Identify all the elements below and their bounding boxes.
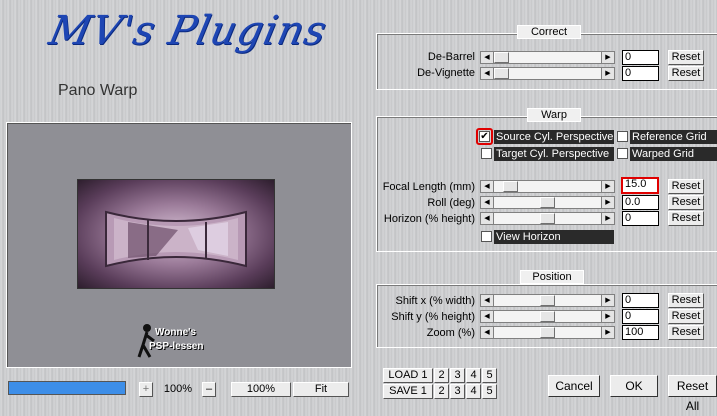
shift-x-value[interactable]: 0 [622, 293, 659, 308]
load-slot-3[interactable]: 3 [450, 368, 465, 383]
arrow-left-icon[interactable]: ◀ [481, 181, 494, 192]
plugin-title: Pano Warp [58, 82, 138, 99]
shift-y-label: Shift y (% height) [391, 311, 475, 323]
source-cyl-label: Source Cyl. Perspective [494, 130, 614, 144]
arrow-left-icon[interactable]: ◀ [481, 68, 494, 79]
zoom-value: 100% [163, 383, 193, 395]
arrow-right-icon[interactable]: ▶ [601, 197, 614, 208]
zoom-fit-button[interactable]: Fit [293, 382, 349, 397]
load-slot-5[interactable]: 5 [482, 368, 497, 383]
roll-label: Roll (deg) [427, 197, 475, 209]
load-slot-2[interactable]: 2 [434, 368, 449, 383]
focal-length-value[interactable]: 15.0 [621, 177, 659, 194]
roll-value[interactable]: 0.0 [622, 195, 659, 210]
zoom-in-button[interactable]: + [139, 382, 153, 397]
preview-panel: Wonne's PSP-lessen [6, 122, 352, 368]
zoom-out-button[interactable]: – [202, 382, 216, 397]
load-button[interactable]: LOAD 1 [383, 368, 433, 383]
slider-thumb[interactable] [540, 197, 555, 208]
correct-group-title: Correct [517, 25, 581, 39]
focal-length-reset-button[interactable]: Reset [668, 179, 704, 194]
arrow-left-icon[interactable]: ◀ [481, 197, 494, 208]
slider-thumb[interactable] [494, 68, 509, 79]
shift-x-reset-button[interactable]: Reset [668, 293, 704, 308]
arrow-right-icon[interactable]: ▶ [601, 311, 614, 322]
arrow-left-icon[interactable]: ◀ [481, 52, 494, 63]
horizon-slider[interactable]: ◀ ▶ [480, 212, 615, 225]
warped-grid-label: Warped Grid [630, 147, 717, 161]
save-slot-2[interactable]: 2 [434, 384, 449, 399]
shift-x-label: Shift x (% width) [395, 295, 475, 307]
zoom-label: Zoom (%) [426, 327, 475, 339]
reference-grid-label: Reference Grid [630, 130, 717, 144]
cancel-button[interactable]: Cancel [548, 375, 600, 397]
slider-thumb[interactable] [540, 295, 555, 306]
save-slot-5[interactable]: 5 [482, 384, 497, 399]
warped-grid-checkbox[interactable] [617, 148, 628, 159]
view-horizon-checkbox[interactable] [481, 231, 492, 242]
shift-y-reset-button[interactable]: Reset [668, 309, 704, 324]
arrow-left-icon[interactable]: ◀ [481, 311, 494, 322]
preview-warp-graphic [105, 210, 247, 268]
save-slot-3[interactable]: 3 [450, 384, 465, 399]
debarrel-label: De-Barrel [427, 51, 475, 63]
ok-button[interactable]: OK [610, 375, 658, 397]
zoom-reset-button[interactable]: Reset [668, 325, 704, 340]
save-slot-4[interactable]: 4 [466, 384, 481, 399]
devignette-reset-button[interactable]: Reset [668, 66, 704, 81]
warp-group-title: Warp [527, 108, 581, 122]
watermark-line1: Wonne's [155, 327, 197, 338]
roll-slider[interactable]: ◀ ▶ [480, 196, 615, 209]
debarrel-slider[interactable]: ◀ ▶ [480, 51, 615, 64]
slider-thumb[interactable] [540, 311, 555, 322]
horizon-reset-button[interactable]: Reset [668, 211, 704, 226]
view-horizon-label: View Horizon [494, 230, 614, 244]
slider-thumb[interactable] [494, 52, 509, 63]
arrow-right-icon[interactable]: ▶ [601, 295, 614, 306]
shift-y-value[interactable]: 0 [622, 309, 659, 324]
watermark-line2: PSP-lessen [149, 341, 204, 352]
plugin-logo: MV's Plugins [45, 8, 332, 54]
source-cyl-checkbox[interactable]: ✔ [479, 131, 490, 142]
devignette-label: De-Vignette [417, 67, 475, 79]
arrow-right-icon[interactable]: ▶ [601, 52, 614, 63]
reset-all-button[interactable]: Reset All [668, 375, 717, 413]
position-group-title: Position [520, 270, 584, 284]
reference-grid-checkbox[interactable] [617, 131, 628, 142]
focal-length-label: Focal Length (mm) [382, 181, 475, 193]
target-cyl-label: Target Cyl. Perspective [494, 147, 614, 161]
roll-reset-button[interactable]: Reset [668, 195, 704, 210]
slider-thumb[interactable] [540, 327, 555, 338]
arrow-left-icon[interactable]: ◀ [481, 213, 494, 224]
arrow-right-icon[interactable]: ▶ [601, 68, 614, 79]
debarrel-reset-button[interactable]: Reset [668, 50, 704, 65]
arrow-right-icon[interactable]: ▶ [601, 181, 614, 192]
watermark: Wonne's PSP-lessen [137, 323, 227, 359]
arrow-right-icon[interactable]: ▶ [601, 213, 614, 224]
shift-x-slider[interactable]: ◀ ▶ [480, 294, 615, 307]
debarrel-value[interactable]: 0 [622, 50, 659, 65]
shift-y-slider[interactable]: ◀ ▶ [480, 310, 615, 323]
zoom-slider[interactable]: ◀ ▶ [480, 326, 615, 339]
zoom-100-button[interactable]: 100% [231, 382, 291, 397]
zoom-field[interactable]: 100 [622, 325, 659, 340]
focal-length-slider[interactable]: ◀ ▶ [480, 180, 615, 193]
horizon-value[interactable]: 0 [622, 211, 659, 226]
devignette-slider[interactable]: ◀ ▶ [480, 67, 615, 80]
arrow-right-icon[interactable]: ▶ [601, 327, 614, 338]
slider-thumb[interactable] [540, 213, 555, 224]
slider-thumb[interactable] [503, 181, 518, 192]
preview-image[interactable] [77, 179, 275, 289]
arrow-left-icon[interactable]: ◀ [481, 295, 494, 306]
progress-bar [8, 381, 126, 395]
horizon-label: Horizon (% height) [383, 213, 475, 225]
save-button[interactable]: SAVE 1 [383, 384, 433, 399]
devignette-value[interactable]: 0 [622, 66, 659, 81]
load-slot-4[interactable]: 4 [466, 368, 481, 383]
arrow-left-icon[interactable]: ◀ [481, 327, 494, 338]
target-cyl-checkbox[interactable] [481, 148, 492, 159]
